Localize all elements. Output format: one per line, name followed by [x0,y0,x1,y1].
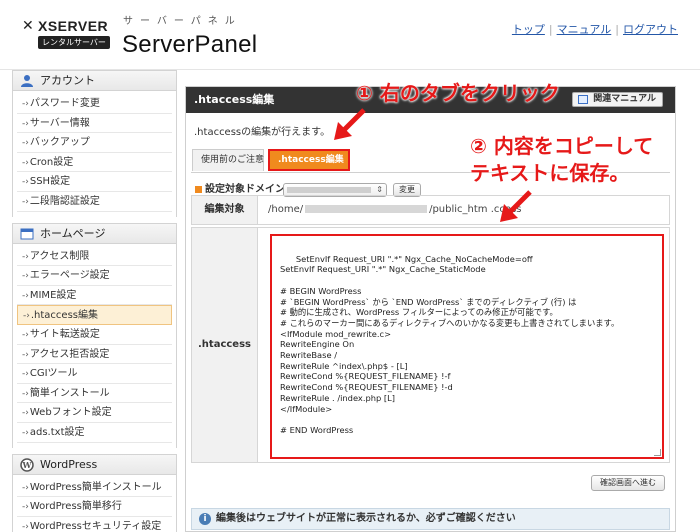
sidebar-item-password[interactable]: -›パスワード変更 [17,94,172,114]
htaccess-row: .htaccess SetEnvIf Request_URI ".*" Ngx_… [191,227,670,463]
top-link-manual[interactable]: マニュアル [557,23,612,36]
redacted-path [305,205,428,213]
sidebar-item-access-limit[interactable]: -›アクセス制限 [17,247,172,267]
sidebar-item-ads-txt[interactable]: -›ads.txt設定 [17,423,172,443]
svg-text:W: W [22,460,33,470]
window-icon [20,228,34,240]
sidebar-list-account: -›パスワード変更 -›サーバー情報 -›バックアップ -›Cron設定 -›S… [12,91,177,217]
htaccess-content: SetEnvIf Request_URI ".*" Ngx_Cache_NoCa… [280,253,620,435]
sidebar-item-cron[interactable]: -›Cron設定 [17,153,172,173]
sidebar-item-ssh[interactable]: -›SSH設定 [17,172,172,192]
sidebar-item-access-deny[interactable]: -›アクセス拒否設定 [17,345,172,365]
annotation-step2-line1: ② 内容をコピーして [470,134,654,158]
panel-title: ServerPanel [122,31,258,58]
sidebar-item-webfont[interactable]: -›Webフォント設定 [17,403,172,423]
confirm-button[interactable]: 確認画面へ進む [591,475,665,491]
user-icon [21,75,33,87]
sidebar-item-wp-install[interactable]: -›WordPress簡単インストール [17,478,172,498]
sidebar-item-easy-install[interactable]: -›簡単インストール [17,384,172,404]
tab-htaccess-edit[interactable]: .htaccess編集 [268,149,350,171]
domain-label: 設定対象ドメイン [205,184,285,195]
annotation-step2-line2: テキストに保存。 [470,161,630,185]
edit-target-row: 編集対象 /home//public_htm .ccess [191,195,670,225]
brand-subtitle: レンタルサーバー [38,36,110,49]
sidebar-section-title: ホームページ [40,226,106,240]
sidebar-section-homepage: ホームページ [12,222,177,244]
top-links: トップ | マニュアル | ログアウト [511,23,678,36]
book-icon [578,95,589,104]
edit-target-label: 編集対象 [192,196,258,224]
htaccess-label: .htaccess [192,228,258,462]
sidebar-section-wordpress: W WordPress [12,453,177,475]
top-link-top[interactable]: トップ [512,23,545,36]
sidebar-item-backup[interactable]: -›バックアップ [17,133,172,153]
arrow-icon [334,108,366,140]
info-icon: i [199,513,211,525]
tab-precautions[interactable]: 使用前のご注意 [192,149,264,171]
sidebar-section-title: アカウント [40,74,95,87]
brand-name: XSERVER [38,18,109,34]
x-logo-icon: ✕ [22,18,34,34]
sidebar-item-wp-security[interactable]: -›WordPressセキュリティ設定 [17,517,172,532]
sidebar-item-2fa[interactable]: -›二段階認証設定 [17,192,172,212]
sidebar-item-error-page[interactable]: -›エラーページ設定 [17,266,172,286]
edit-target-path: /home//public_htm .ccess [268,204,522,215]
header: ✕ XSERVER レンタルサーバー サーバーパネル ServerPanel ト… [0,0,700,70]
annotation-step2: ② 内容をコピーして テキストに保存。 [470,133,653,187]
sidebar-section-account: アカウント [12,70,177,91]
sidebar-list-wordpress: -›WordPress簡単インストール -›WordPress簡単移行 -›Wo… [12,474,177,532]
htaccess-textarea[interactable]: SetEnvIf Request_URI ".*" Ngx_Cache_NoCa… [270,234,664,459]
wordpress-icon: W [20,457,34,472]
sidebar-item-htaccess[interactable]: -›.htaccess編集 [17,305,172,325]
annotation-step1: ① 右のタブをクリック [356,81,560,105]
related-manual-button[interactable]: 関連マニュアル [572,92,663,107]
redacted-domain [287,186,371,193]
sidebar-item-cgi[interactable]: -›CGIツール [17,364,172,384]
bullet-icon [195,185,202,193]
sidebar-item-server-info[interactable]: -›サーバー情報 [17,114,172,134]
sidebar-list-homepage: -›アクセス制限 -›エラーページ設定 -›MIME設定 -›.htaccess… [12,243,177,448]
sidebar: アカウント -›パスワード変更 -›サーバー情報 -›バックアップ -›Cron… [12,70,177,532]
info-notice: i 編集後はウェブサイトが正常に表示されるか、必ずご確認ください [191,508,670,530]
sidebar-section-title: WordPress [40,457,98,471]
sidebar-item-wp-migrate[interactable]: -›WordPress簡単移行 [17,497,172,517]
panel-kana: サーバーパネル [123,16,242,27]
top-link-logout[interactable]: ログアウト [623,23,678,36]
arrow-icon [500,190,532,222]
page-description: .htaccessの編集が行えます。 [194,127,331,138]
sidebar-item-site-redirect[interactable]: -›サイト転送設定 [17,325,172,345]
resize-handle-icon[interactable] [654,449,661,456]
sidebar-item-mime[interactable]: -›MIME設定 [17,286,172,306]
